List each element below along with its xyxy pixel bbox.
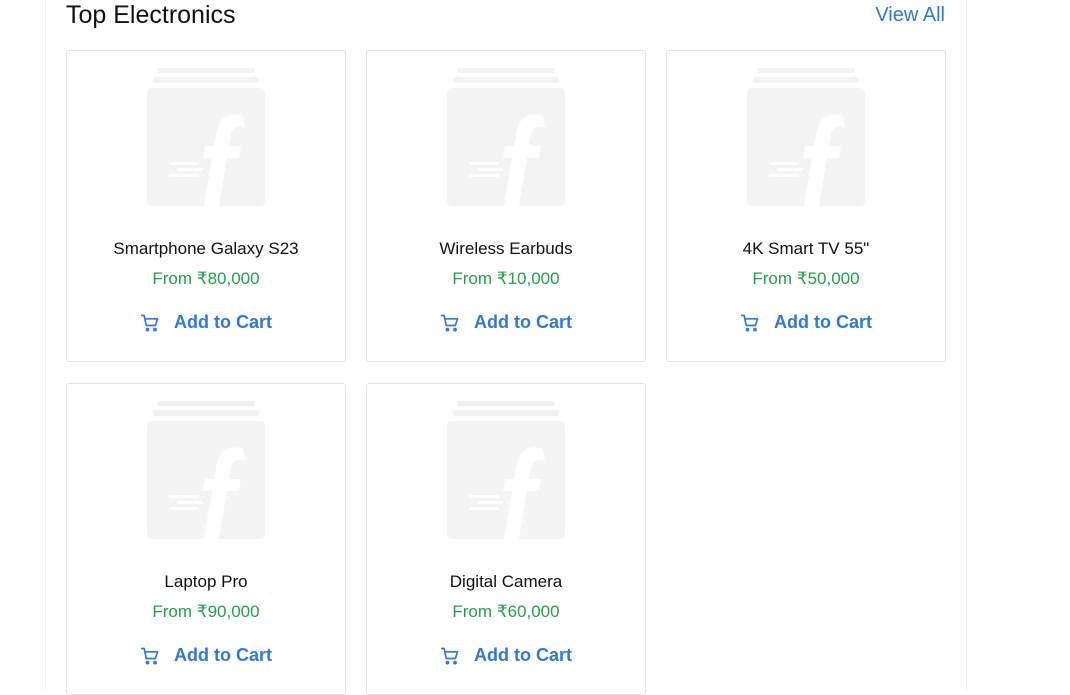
add-to-cart-button[interactable]: Add to Cart: [67, 311, 345, 334]
product-price: From ₹60,000: [452, 602, 560, 621]
cart-icon: [740, 314, 759, 332]
add-to-cart-label: Add to Cart: [474, 312, 572, 332]
add-to-cart-button[interactable]: Add to Cart: [667, 311, 945, 334]
product-placeholder-icon: [447, 68, 565, 206]
product-name: 4K Smart TV 55": [742, 239, 870, 258]
product-placeholder-icon: [147, 68, 265, 206]
add-to-cart-label: Add to Cart: [474, 645, 572, 665]
add-to-cart-button[interactable]: Add to Cart: [367, 311, 645, 334]
product-placeholder-icon: [747, 68, 865, 206]
product-placeholder-icon: [147, 401, 265, 539]
product-price: From ₹50,000: [752, 269, 860, 288]
view-all-link[interactable]: View All: [875, 0, 945, 30]
product-card[interactable]: 4K Smart TV 55" From ₹50,000 Add to Cart: [666, 50, 946, 362]
cart-icon: [440, 314, 459, 332]
add-to-cart-button[interactable]: Add to Cart: [67, 644, 345, 667]
product-grid: Smartphone Galaxy S23 From ₹80,000 Add t…: [66, 50, 946, 695]
add-to-cart-label: Add to Cart: [174, 312, 272, 332]
product-name: Laptop Pro: [164, 572, 248, 591]
product-price: From ₹90,000: [152, 602, 260, 621]
product-placeholder-icon: [447, 401, 565, 539]
product-card[interactable]: Laptop Pro From ₹90,000 Add to Cart: [66, 383, 346, 695]
cart-icon: [440, 647, 459, 665]
product-name: Digital Camera: [449, 572, 563, 591]
add-to-cart-button[interactable]: Add to Cart: [367, 644, 645, 667]
product-name: Wireless Earbuds: [439, 239, 573, 258]
product-card[interactable]: Digital Camera From ₹60,000 Add to Cart: [366, 383, 646, 695]
product-price: From ₹10,000: [452, 269, 560, 288]
product-price: From ₹80,000: [152, 269, 260, 288]
section-title: Top Electronics: [66, 1, 236, 29]
product-card[interactable]: Wireless Earbuds From ₹10,000 Add to Car…: [366, 50, 646, 362]
add-to-cart-label: Add to Cart: [174, 645, 272, 665]
product-name: Smartphone Galaxy S23: [113, 239, 299, 258]
product-card[interactable]: Smartphone Galaxy S23 From ₹80,000 Add t…: [66, 50, 346, 362]
add-to-cart-label: Add to Cart: [774, 312, 872, 332]
cart-icon: [140, 647, 159, 665]
cart-icon: [140, 314, 159, 332]
